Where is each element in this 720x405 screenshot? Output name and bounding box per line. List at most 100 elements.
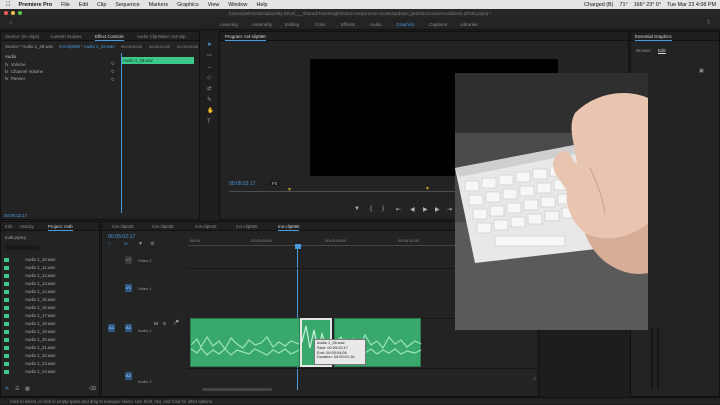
go-to-out-icon[interactable]: ⇥ xyxy=(447,206,452,213)
menu-help[interactable]: Help xyxy=(256,2,267,8)
audio-clip[interactable] xyxy=(190,318,300,367)
list-item[interactable]: Audio 1_20.wav xyxy=(4,337,56,342)
tab-lumetri-scopes[interactable]: Lumetri Scopes xyxy=(51,34,82,39)
list-item[interactable]: Audio 1_21.wav xyxy=(4,345,56,350)
fx-icon[interactable]: fx xyxy=(5,76,8,81)
sensor-status[interactable]: 166° 23° 0° xyxy=(634,2,661,8)
list-item[interactable]: Audio 1_23.wav xyxy=(4,361,56,366)
workspace-audio[interactable]: Audio xyxy=(370,22,382,27)
hand-icon[interactable]: ✋ xyxy=(207,108,214,114)
marker-icon[interactable]: ▼ xyxy=(287,187,292,193)
track-target-v1[interactable]: V1 xyxy=(125,284,132,292)
workspace-captions[interactable]: Captions xyxy=(429,22,447,27)
timeline-timecode[interactable]: 00:05:02:17 xyxy=(108,234,135,240)
microphone-icon[interactable]: 🎤 xyxy=(173,321,179,326)
fx-icon[interactable]: fx xyxy=(5,69,8,74)
ec-row-channel-volume[interactable]: fx Channel Volume xyxy=(5,69,43,74)
list-item[interactable]: Audio 1_11.wav xyxy=(4,265,55,270)
ripple-edit-icon[interactable]: ↔ xyxy=(207,64,213,70)
menu-graphics[interactable]: Graphics xyxy=(177,2,199,8)
menu-clip[interactable]: Clip xyxy=(97,2,106,8)
list-item[interactable]: Audio 1_10.wav xyxy=(4,257,56,262)
ec-clip-bar[interactable]: Audio 1_28.wav xyxy=(121,57,194,64)
home-icon[interactable]: ⌂ xyxy=(9,20,13,26)
workspace-effects[interactable]: Effects xyxy=(341,22,355,27)
menu-edit[interactable]: Edit xyxy=(79,2,88,8)
workspace-graphics[interactable]: Graphics xyxy=(396,22,414,27)
track-target-a1[interactable]: A1 xyxy=(125,324,132,332)
trash-icon[interactable]: ⌫ xyxy=(89,386,96,392)
program-title[interactable]: Program: m4-clip060 xyxy=(225,34,266,41)
ec-row-volume[interactable]: fx Volume xyxy=(5,62,26,67)
tab-audio-clip-mixer[interactable]: Audio Clip Mixer: m4-clip xyxy=(137,34,186,39)
ec-playhead[interactable] xyxy=(121,53,122,213)
marker-icon[interactable]: ▼ xyxy=(425,186,430,192)
ec-row-panner[interactable]: fx Panner xyxy=(5,76,25,81)
list-item[interactable]: Audio 1_17.wav xyxy=(4,313,56,318)
razor-icon[interactable]: ◇ xyxy=(207,75,211,81)
temperature-status[interactable]: 71° xyxy=(619,2,627,8)
snap-icon[interactable]: ∩ xyxy=(108,241,112,247)
tab-project[interactable]: Project: m4b xyxy=(48,224,73,231)
eg-title[interactable]: Essential Graphics xyxy=(635,34,672,41)
menu-view[interactable]: View xyxy=(208,2,220,8)
pen-icon[interactable]: ✎ xyxy=(207,97,212,103)
list-item[interactable]: Audio 1_22.wav xyxy=(4,353,56,358)
apple-icon[interactable]:  xyxy=(6,2,11,8)
list-view-icon[interactable]: ☰ xyxy=(15,386,19,392)
workspace-assembly[interactable]: Assembly xyxy=(252,22,272,27)
wrench-icon[interactable]: ⚙ xyxy=(150,241,154,247)
list-item[interactable]: Audio 1_16.wav xyxy=(4,305,56,310)
add-marker-icon[interactable]: ▼ xyxy=(138,241,143,247)
reset-icon[interactable]: ↻ xyxy=(111,61,115,67)
tab-m4-clip060[interactable]: m4-clip060 xyxy=(278,224,300,231)
workspace-libraries[interactable]: Libraries xyxy=(460,22,478,27)
list-item[interactable]: Audio 1_24.wav xyxy=(4,369,56,374)
timeline-scrollbar[interactable] xyxy=(202,388,272,391)
tab-m4-clip030[interactable]: m4-clip030 xyxy=(152,224,173,229)
menu-file[interactable]: File xyxy=(61,2,70,8)
menu-app-name[interactable]: Premiere Pro xyxy=(19,2,53,8)
tab-effect-controls[interactable]: Effect Controls xyxy=(95,34,124,41)
menu-window[interactable]: Window xyxy=(228,2,247,8)
workspace-learning[interactable]: Learning xyxy=(220,22,238,27)
track-target-a2[interactable]: A2 xyxy=(125,372,132,380)
tab-m4-clip020[interactable]: m4-clip020 xyxy=(112,224,133,229)
sequence-selector[interactable]: m4-clip060 * Audio 1_28.wav xyxy=(59,44,114,49)
reset-icon[interactable]: ↻ xyxy=(111,69,115,75)
slip-icon[interactable]: ⇄ xyxy=(207,86,212,92)
list-item[interactable]: Audio 1_18.wav xyxy=(4,321,56,326)
workspace-color[interactable]: Color xyxy=(315,22,326,27)
play-icon[interactable]: ▶ xyxy=(423,206,428,213)
project-search-input[interactable] xyxy=(5,245,39,250)
zoom-window-button[interactable] xyxy=(18,11,22,15)
go-to-in-icon[interactable]: ⇤ xyxy=(396,206,401,213)
tab-history[interactable]: History xyxy=(20,224,34,229)
list-item[interactable]: Audio 1_14.wav xyxy=(4,289,56,294)
pencil-icon[interactable]: ✎ xyxy=(5,386,9,392)
program-timecode[interactable]: 00:05:02:17 xyxy=(229,181,255,187)
tab-info[interactable]: Info xyxy=(5,224,12,229)
new-layer-icon[interactable]: ▣ xyxy=(699,68,704,74)
reset-icon[interactable]: ↻ xyxy=(111,77,115,83)
workspace-editing[interactable]: Editing xyxy=(285,22,299,27)
tab-m4-clip040[interactable]: m4-clip040 xyxy=(195,224,216,229)
eg-tab-browse[interactable]: Browse xyxy=(636,48,651,53)
step-forward-icon[interactable]: ▶ xyxy=(435,206,440,213)
eg-tab-edit[interactable]: Edit xyxy=(658,48,666,54)
type-icon[interactable]: T xyxy=(207,119,211,125)
minimize-window-button[interactable] xyxy=(11,11,15,15)
track-target-v2[interactable]: V2 xyxy=(125,256,132,264)
selection-tool-icon[interactable]: ➤ xyxy=(207,41,212,48)
clock[interactable]: Tue Mar 23 4:08 PM xyxy=(667,2,716,8)
share-icon[interactable]: ⇧ xyxy=(706,19,711,26)
menu-markers[interactable]: Markers xyxy=(149,2,168,8)
zoom-fit-select[interactable]: Fit xyxy=(270,181,279,186)
battery-status[interactable]: Charged (B) xyxy=(584,2,613,8)
ec-timecode[interactable]: 00:05:02:17 xyxy=(4,213,27,218)
track-select-icon[interactable]: ⇨ xyxy=(207,53,212,59)
close-window-button[interactable] xyxy=(4,11,8,15)
linked-selection-icon[interactable]: ∞ xyxy=(124,241,128,247)
list-item[interactable]: Audio 1_19.wav xyxy=(4,329,56,334)
list-item[interactable]: Audio 1_15.wav xyxy=(4,297,56,302)
